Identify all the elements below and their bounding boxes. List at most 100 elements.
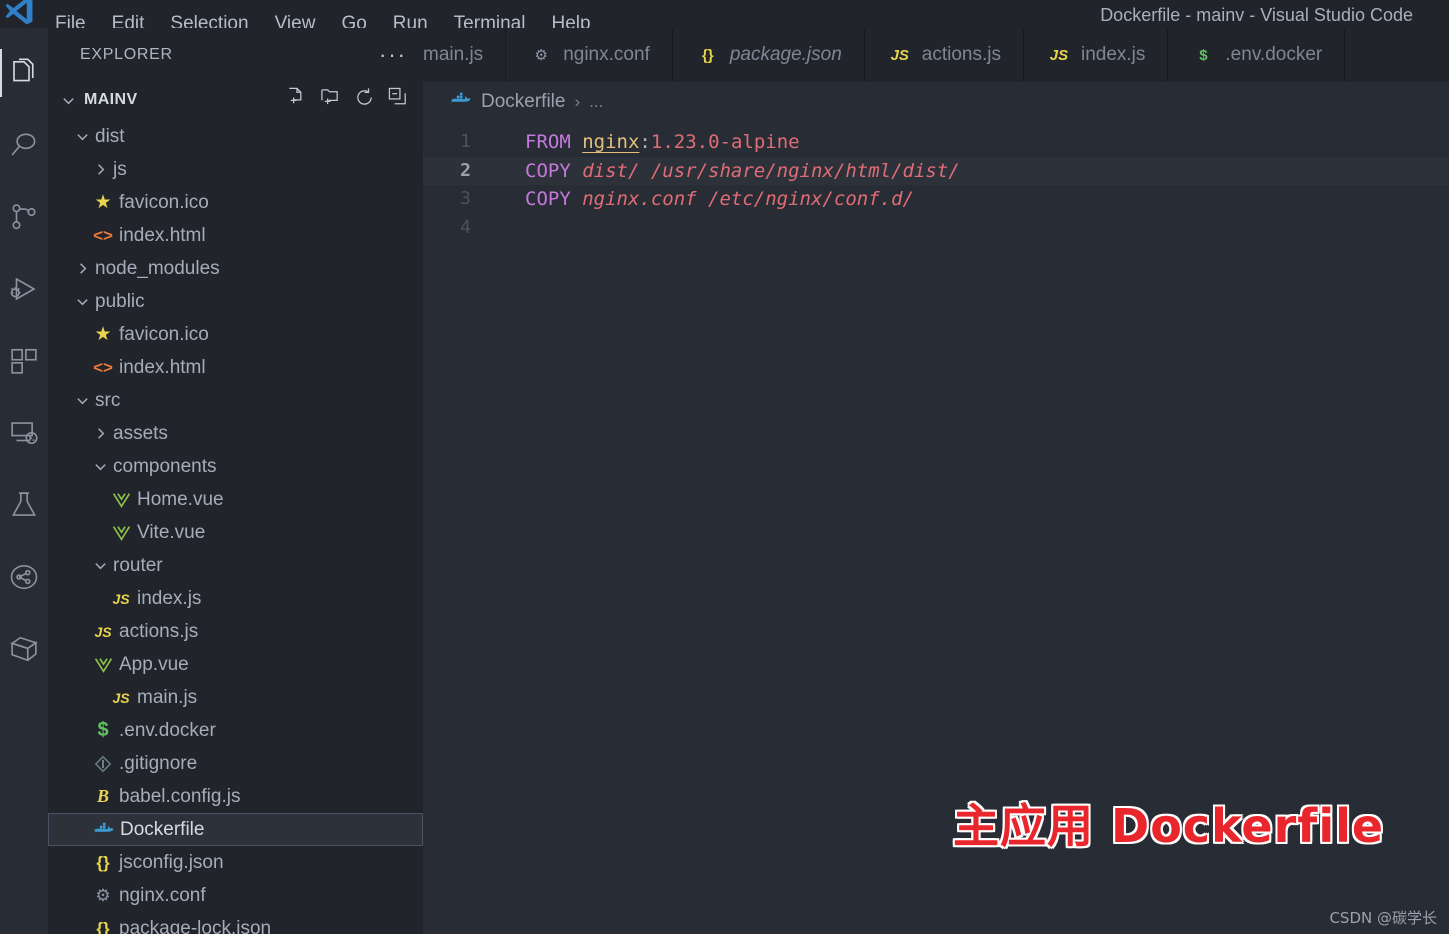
refresh-icon[interactable] xyxy=(354,87,375,113)
tree-file-nginx-conf[interactable]: ⚙ nginx.conf xyxy=(48,879,423,912)
tree-folder-node-modules[interactable]: node_modules xyxy=(48,252,423,285)
git-icon xyxy=(90,755,116,773)
tree-file-package-lock-json[interactable]: {} package-lock.json xyxy=(48,912,423,934)
menu-help[interactable]: Help xyxy=(538,14,603,28)
chevron-right-icon[interactable] xyxy=(90,426,110,441)
menu-selection[interactable]: Selection xyxy=(157,14,261,28)
editor-area: main.js ⚙ nginx.conf {} package.json JS action… xyxy=(423,28,1449,934)
breadcrumb-file[interactable]: Dockerfile xyxy=(481,91,565,113)
tree-file-babel-config-js[interactable]: Bbabel.config.js xyxy=(48,780,423,813)
file-tree: dist js ★ favicon.ico <> index.html node_modul… xyxy=(48,118,423,934)
menu-file-mnemonic: F xyxy=(55,13,67,28)
code-token-kw: COPY xyxy=(525,159,571,182)
new-file-icon[interactable] xyxy=(286,87,307,113)
code-text: COPY dist/ /usr/share/nginx/html/dist/ xyxy=(485,157,960,186)
chevron-down-icon xyxy=(58,93,78,108)
js-icon: JS xyxy=(94,623,112,640)
tree-file-dockerfile[interactable]: Dockerfile xyxy=(48,813,423,846)
js-icon: JS xyxy=(112,689,130,706)
activitybar-source-control-icon[interactable] xyxy=(0,181,48,253)
menu-bar[interactable]: File Edit Selection View Go Run Terminal… xyxy=(42,0,604,28)
new-folder-icon[interactable] xyxy=(320,87,341,113)
editor-tab-package-json[interactable]: {} package.json xyxy=(672,28,865,82)
tree-file-app-vue[interactable]: App.vue xyxy=(48,648,423,681)
activitybar-explorer-icon[interactable] xyxy=(0,37,48,109)
editor-tab-label: actions.js xyxy=(921,44,1001,65)
tree-file-index-html[interactable]: <> index.html xyxy=(48,219,423,252)
code-token-kw: FROM xyxy=(525,131,571,153)
activitybar-run-debug-icon[interactable] xyxy=(0,253,48,325)
menu-edit[interactable]: Edit xyxy=(99,14,158,28)
tree-item-label: .env.docker xyxy=(119,719,216,741)
activitybar-git-graph-icon[interactable] xyxy=(0,541,48,613)
chevron-down-icon[interactable] xyxy=(72,393,92,408)
activitybar-search-icon[interactable] xyxy=(0,109,48,181)
js-icon: JS xyxy=(890,46,909,64)
tree-file-main-js[interactable]: JS main.js xyxy=(48,681,423,714)
html-icon: <> xyxy=(93,357,113,377)
chevron-down-icon[interactable] xyxy=(72,129,92,144)
editor-tab-index-js[interactable]: JS index.js xyxy=(1023,28,1169,82)
tree-file-vite-vue[interactable]: Vite.vue xyxy=(48,516,423,549)
menu-view[interactable]: View xyxy=(262,14,329,28)
tree-item-label: jsconfig.json xyxy=(119,851,224,873)
tree-folder-router[interactable]: router xyxy=(48,549,423,582)
collapse-all-icon[interactable] xyxy=(388,87,409,113)
menu-terminal-mnemonic: T xyxy=(453,13,464,28)
chevron-down-icon[interactable] xyxy=(90,558,110,573)
vue-icon xyxy=(90,657,116,673)
tree-folder-src[interactable]: src xyxy=(48,384,423,417)
tree-file--gitignore[interactable]: .gitignore xyxy=(48,747,423,780)
window-title: Dockerfile - mainv - Visual Studio Code xyxy=(1100,5,1413,25)
tree-file-favicon-ico[interactable]: ★ favicon.ico xyxy=(48,186,423,219)
activitybar-docker-package-icon[interactable] xyxy=(0,613,48,685)
editor-tab-main-js[interactable]: main.js xyxy=(423,28,507,82)
code-line[interactable]: 2 COPY dist/ /usr/share/nginx/html/dist/ xyxy=(423,156,1449,186)
tree-folder-js[interactable]: js xyxy=(48,153,423,186)
breadcrumb[interactable]: Dockerfile › ... xyxy=(423,82,603,122)
code-line[interactable]: 4 xyxy=(423,214,1449,243)
explorer-header: EXPLORER ··· xyxy=(48,28,423,82)
editor-tab--env-docker[interactable]: $ .env.docker xyxy=(1168,28,1346,82)
chevron-right-icon[interactable] xyxy=(90,162,110,177)
tree-folder-dist[interactable]: dist xyxy=(48,120,423,153)
activitybar-extensions-icon[interactable] xyxy=(0,325,48,397)
tree-folder-components[interactable]: components xyxy=(48,450,423,483)
tree-item-label: Dockerfile xyxy=(120,818,205,840)
activitybar-remote-explorer-icon[interactable] xyxy=(0,397,48,469)
tree-file-jsconfig-json[interactable]: {} jsconfig.json xyxy=(48,846,423,879)
tree-item-label: Vite.vue xyxy=(137,521,206,543)
code-line[interactable]: 3 COPY nginx.conf /etc/nginx/conf.d/ xyxy=(423,185,1449,214)
tree-folder-public[interactable]: public xyxy=(48,285,423,318)
editor-tab-nginx-conf[interactable]: ⚙ nginx.conf xyxy=(506,28,673,82)
tree-file--env-docker[interactable]: $ .env.docker xyxy=(48,714,423,747)
tree-file-actions-js[interactable]: JS actions.js xyxy=(48,615,423,648)
tree-file-index-js[interactable]: JS index.js xyxy=(48,582,423,615)
menu-selection-mnemonic: S xyxy=(170,13,184,28)
tree-file-favicon-ico[interactable]: ★ favicon.ico xyxy=(48,318,423,351)
code-line[interactable]: 1 FROM nginx:1.23.0-alpine xyxy=(423,128,1449,157)
tree-folder-assets[interactable]: assets xyxy=(48,417,423,450)
tree-item-label: favicon.ico xyxy=(119,323,209,345)
tree-file-index-html[interactable]: <> index.html xyxy=(48,351,423,384)
tree-item-label: router xyxy=(113,554,163,576)
json-braces-icon: {} xyxy=(701,46,714,64)
menu-terminal[interactable]: Terminal xyxy=(441,14,539,28)
chevron-down-icon[interactable] xyxy=(90,459,110,474)
explorer-toolbar xyxy=(286,87,423,113)
chevron-right-icon[interactable] xyxy=(72,261,92,276)
menu-file[interactable]: File xyxy=(42,14,99,28)
chevron-down-icon[interactable] xyxy=(72,294,92,309)
menu-run[interactable]: Run xyxy=(380,14,441,28)
menu-go[interactable]: Go xyxy=(328,14,379,28)
vscode-logo-icon xyxy=(2,0,36,28)
editor-tab-actions-js[interactable]: JS actions.js xyxy=(864,28,1024,82)
tree-file-home-vue[interactable]: Home.vue xyxy=(48,483,423,516)
explorer-more-actions-icon[interactable]: ··· xyxy=(379,44,407,66)
activitybar-testing-flask-icon[interactable] xyxy=(0,469,48,541)
workspace-folder-header[interactable]: MAINV xyxy=(48,82,423,118)
tree-item-label: js xyxy=(113,158,127,180)
breadcrumb-ellipsis[interactable]: ... xyxy=(589,92,603,112)
